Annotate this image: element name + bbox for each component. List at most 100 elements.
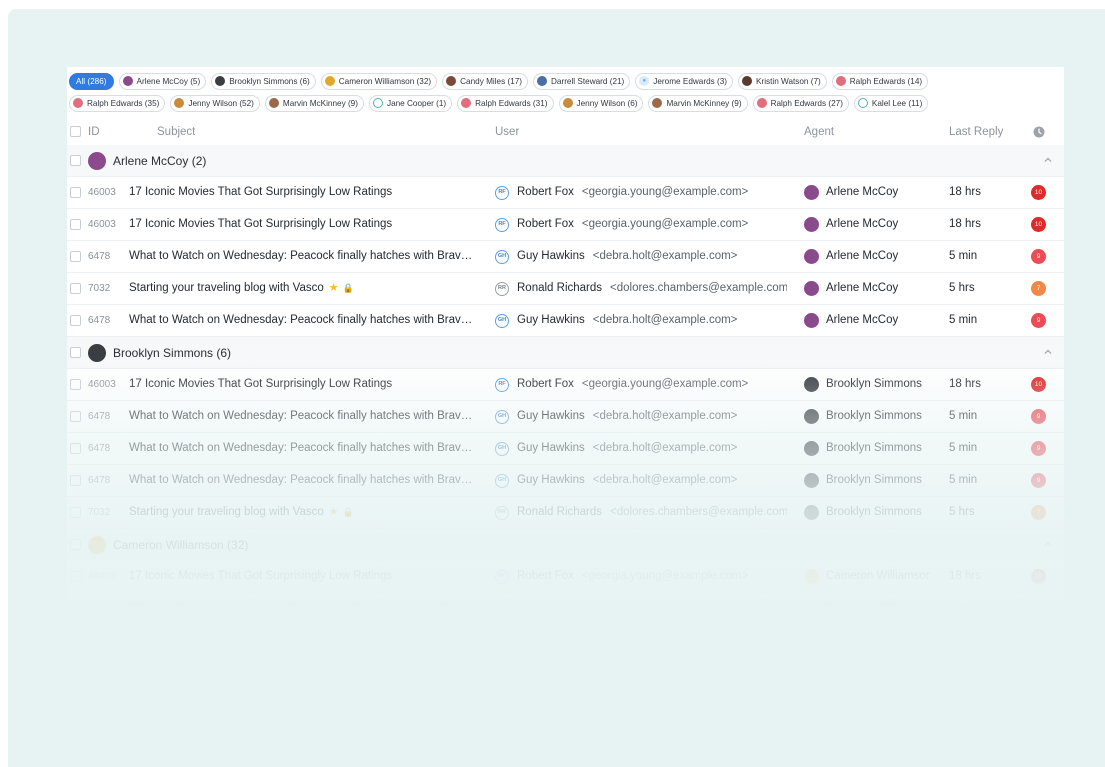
user-email: <georgia.young@example.com> bbox=[581, 570, 749, 582]
avatar-icon bbox=[324, 76, 335, 86]
table-row[interactable]: 7032 Starting your traveling blog with Va… bbox=[67, 497, 1064, 529]
filter-chip[interactable]: ● Jerome Edwards (3) bbox=[635, 72, 733, 90]
filter-row-2: Ralph Edwards (35) Jenny Wilson (52) Marvi… bbox=[67, 92, 1064, 114]
row-checkbox[interactable] bbox=[70, 187, 81, 198]
last-reply: 5 hrs bbox=[949, 506, 975, 518]
ticket-subject[interactable]: What to Watch on Wednesday: Peacock fina… bbox=[129, 401, 484, 432]
ticket-subject[interactable]: What to Watch on Wednesday: Peacock fina… bbox=[129, 433, 484, 464]
user-name: Ronald Richards bbox=[517, 506, 603, 518]
chevron-up-icon[interactable] bbox=[1042, 346, 1054, 358]
row-checkbox[interactable] bbox=[70, 603, 81, 607]
group-header-row[interactable]: Brooklyn Simmons (6) bbox=[67, 337, 1064, 369]
ticket-id: 6478 bbox=[88, 251, 111, 262]
row-checkbox[interactable] bbox=[70, 219, 81, 230]
count-badge: 10 bbox=[1031, 377, 1046, 392]
row-checkbox[interactable] bbox=[70, 571, 81, 582]
filter-chip[interactable]: Jenny Wilson (6) bbox=[558, 94, 644, 112]
filter-chip-label: Jenny Wilson (52) bbox=[188, 98, 254, 108]
row-checkbox[interactable] bbox=[70, 315, 81, 326]
ticket-subject[interactable]: 17 Iconic Movies That Got Surprisingly L… bbox=[129, 561, 484, 592]
filter-chip[interactable]: Ralph Edwards (27) bbox=[752, 94, 849, 112]
select-all-checkbox[interactable] bbox=[70, 126, 81, 137]
table-row[interactable]: 46003 17 Iconic Movies That Got Surprisin… bbox=[67, 209, 1064, 241]
user-name: Guy Hawkins bbox=[517, 593, 585, 607]
column-subject[interactable]: Subject bbox=[157, 119, 195, 145]
ticket-subject[interactable]: 17 Iconic Movies That Got Surprisingly L… bbox=[129, 369, 484, 400]
column-user[interactable]: User bbox=[495, 119, 519, 145]
filter-chip[interactable]: Ralph Edwards (14) bbox=[831, 72, 929, 90]
user-email: <dolores.chambers@example.com> bbox=[610, 506, 787, 518]
ticket-subject[interactable]: 17 Iconic Movies That Got Surprisingly L… bbox=[129, 209, 484, 240]
ticket-subject[interactable]: 17 Iconic Movies That Got Surprisingly L… bbox=[129, 177, 484, 208]
filter-chip-label: Ralph Edwards (27) bbox=[770, 98, 843, 108]
row-checkbox[interactable] bbox=[70, 379, 81, 390]
filter-chip[interactable]: Ralph Edwards (35) bbox=[69, 94, 166, 112]
filter-chip[interactable]: All (286) bbox=[69, 72, 114, 90]
user-email: <georgia.young@example.com> bbox=[581, 186, 749, 198]
filter-chip[interactable]: Darrell Steward (21) bbox=[533, 72, 631, 90]
row-checkbox[interactable] bbox=[70, 251, 81, 262]
group-header-row[interactable]: Arlene McCoy (2) bbox=[67, 145, 1064, 177]
row-checkbox[interactable] bbox=[70, 283, 81, 294]
filter-chip[interactable]: Kalel Lee (11) bbox=[853, 94, 929, 112]
table-row[interactable]: 46003 17 Iconic Movies That Got Surprisin… bbox=[67, 561, 1064, 593]
filter-chip[interactable]: Marvin McKinney (9) bbox=[264, 94, 364, 112]
table-row[interactable]: 6478 What to Watch on Wednesday: Peacock … bbox=[67, 401, 1064, 433]
user-initials-icon: RF bbox=[495, 569, 509, 584]
agent-name: Cameron Williamson bbox=[826, 593, 930, 607]
column-last-reply[interactable]: Last Reply bbox=[949, 119, 1003, 145]
filter-chip[interactable]: Jane Cooper (1) bbox=[368, 94, 453, 112]
avatar-icon bbox=[537, 76, 548, 86]
table-row[interactable]: 6478 What to Watch on Wednesday: Peacock … bbox=[67, 305, 1064, 337]
table-row[interactable]: 6478 What to Watch on Wednesday: Peacock … bbox=[67, 433, 1064, 465]
filter-chip[interactable]: Brooklyn Simmons (6) bbox=[211, 72, 316, 90]
flower-icon bbox=[756, 98, 767, 108]
column-id[interactable]: ID bbox=[88, 119, 100, 145]
row-checkbox[interactable] bbox=[70, 443, 81, 454]
group-header-row[interactable]: Cameron Williamson (32) bbox=[67, 529, 1064, 561]
clock-icon[interactable] bbox=[1033, 126, 1045, 138]
user-initials-icon: RF bbox=[495, 185, 509, 200]
count-badge: 9 bbox=[1031, 601, 1046, 607]
chevron-up-icon[interactable] bbox=[1042, 154, 1054, 166]
table-row[interactable]: 46003 17 Iconic Movies That Got Surprisin… bbox=[67, 369, 1064, 401]
table-row[interactable]: 6478 What to Watch on Wednesday: Peacock … bbox=[67, 241, 1064, 273]
filter-chip[interactable]: Cameron Williamson (32) bbox=[320, 72, 438, 90]
count-badge: 9 bbox=[1031, 313, 1046, 328]
avatar-icon bbox=[122, 76, 133, 86]
filter-chip-label: Darrell Steward (21) bbox=[551, 76, 625, 86]
row-checkbox[interactable] bbox=[70, 475, 81, 486]
ticket-user: GH Guy Hawkins <debra.holt@example.com> bbox=[495, 465, 787, 496]
ticket-subject[interactable]: What to Watch on Wednesday: Peacock fina… bbox=[129, 465, 484, 496]
group-checkbox[interactable] bbox=[70, 347, 81, 358]
count-badge: 9 bbox=[1031, 441, 1046, 456]
table-row[interactable]: 46003 17 Iconic Movies That Got Surprisin… bbox=[67, 177, 1064, 209]
group-checkbox[interactable] bbox=[70, 539, 81, 550]
chevron-up-icon[interactable] bbox=[1042, 538, 1054, 550]
agent-name: Arlene McCoy bbox=[826, 282, 899, 294]
group-checkbox[interactable] bbox=[70, 155, 81, 166]
ticket-subject[interactable]: What to Watch on Wednesday: Peacock fina… bbox=[129, 305, 484, 336]
row-checkbox[interactable] bbox=[70, 411, 81, 422]
table-row[interactable]: 6478 What to Watch on Wednesday: Peacock … bbox=[67, 593, 1064, 607]
flower-icon bbox=[835, 76, 846, 86]
ticket-subject[interactable]: Starting your traveling blog with Vasco ★… bbox=[129, 273, 484, 304]
star-icon: ★ bbox=[328, 282, 339, 294]
ticket-subject[interactable]: Starting your traveling blog with Vasco ★… bbox=[129, 497, 484, 528]
filter-chip[interactable]: Candy Miles (17) bbox=[442, 72, 529, 90]
table-row[interactable]: 7032 Starting your traveling blog with Va… bbox=[67, 273, 1064, 305]
filter-chip[interactable]: Ralph Edwards (31) bbox=[457, 94, 554, 112]
ticket-agent: Arlene McCoy bbox=[804, 241, 930, 272]
agent-name: Arlene McCoy bbox=[826, 218, 899, 230]
filter-chip[interactable]: Kristin Watson (7) bbox=[738, 72, 827, 90]
column-agent[interactable]: Agent bbox=[804, 119, 834, 145]
table-row[interactable]: 6478 What to Watch on Wednesday: Peacock … bbox=[67, 465, 1064, 497]
subject-text: What to Watch on Wednesday: Peacock fina… bbox=[129, 474, 473, 486]
row-checkbox[interactable] bbox=[70, 507, 81, 518]
user-email: <georgia.young@example.com> bbox=[581, 218, 749, 230]
ticket-subject[interactable]: What to Watch on Wednesday: Peacock fina… bbox=[129, 241, 484, 272]
filter-chip[interactable]: Marvin McKinney (9) bbox=[648, 94, 748, 112]
filter-chip[interactable]: Jenny Wilson (52) bbox=[170, 94, 260, 112]
filter-chip[interactable]: Arlene McCoy (5) bbox=[118, 72, 207, 90]
ticket-subject[interactable]: What to Watch on Wednesday: Peacock fina… bbox=[129, 593, 484, 607]
